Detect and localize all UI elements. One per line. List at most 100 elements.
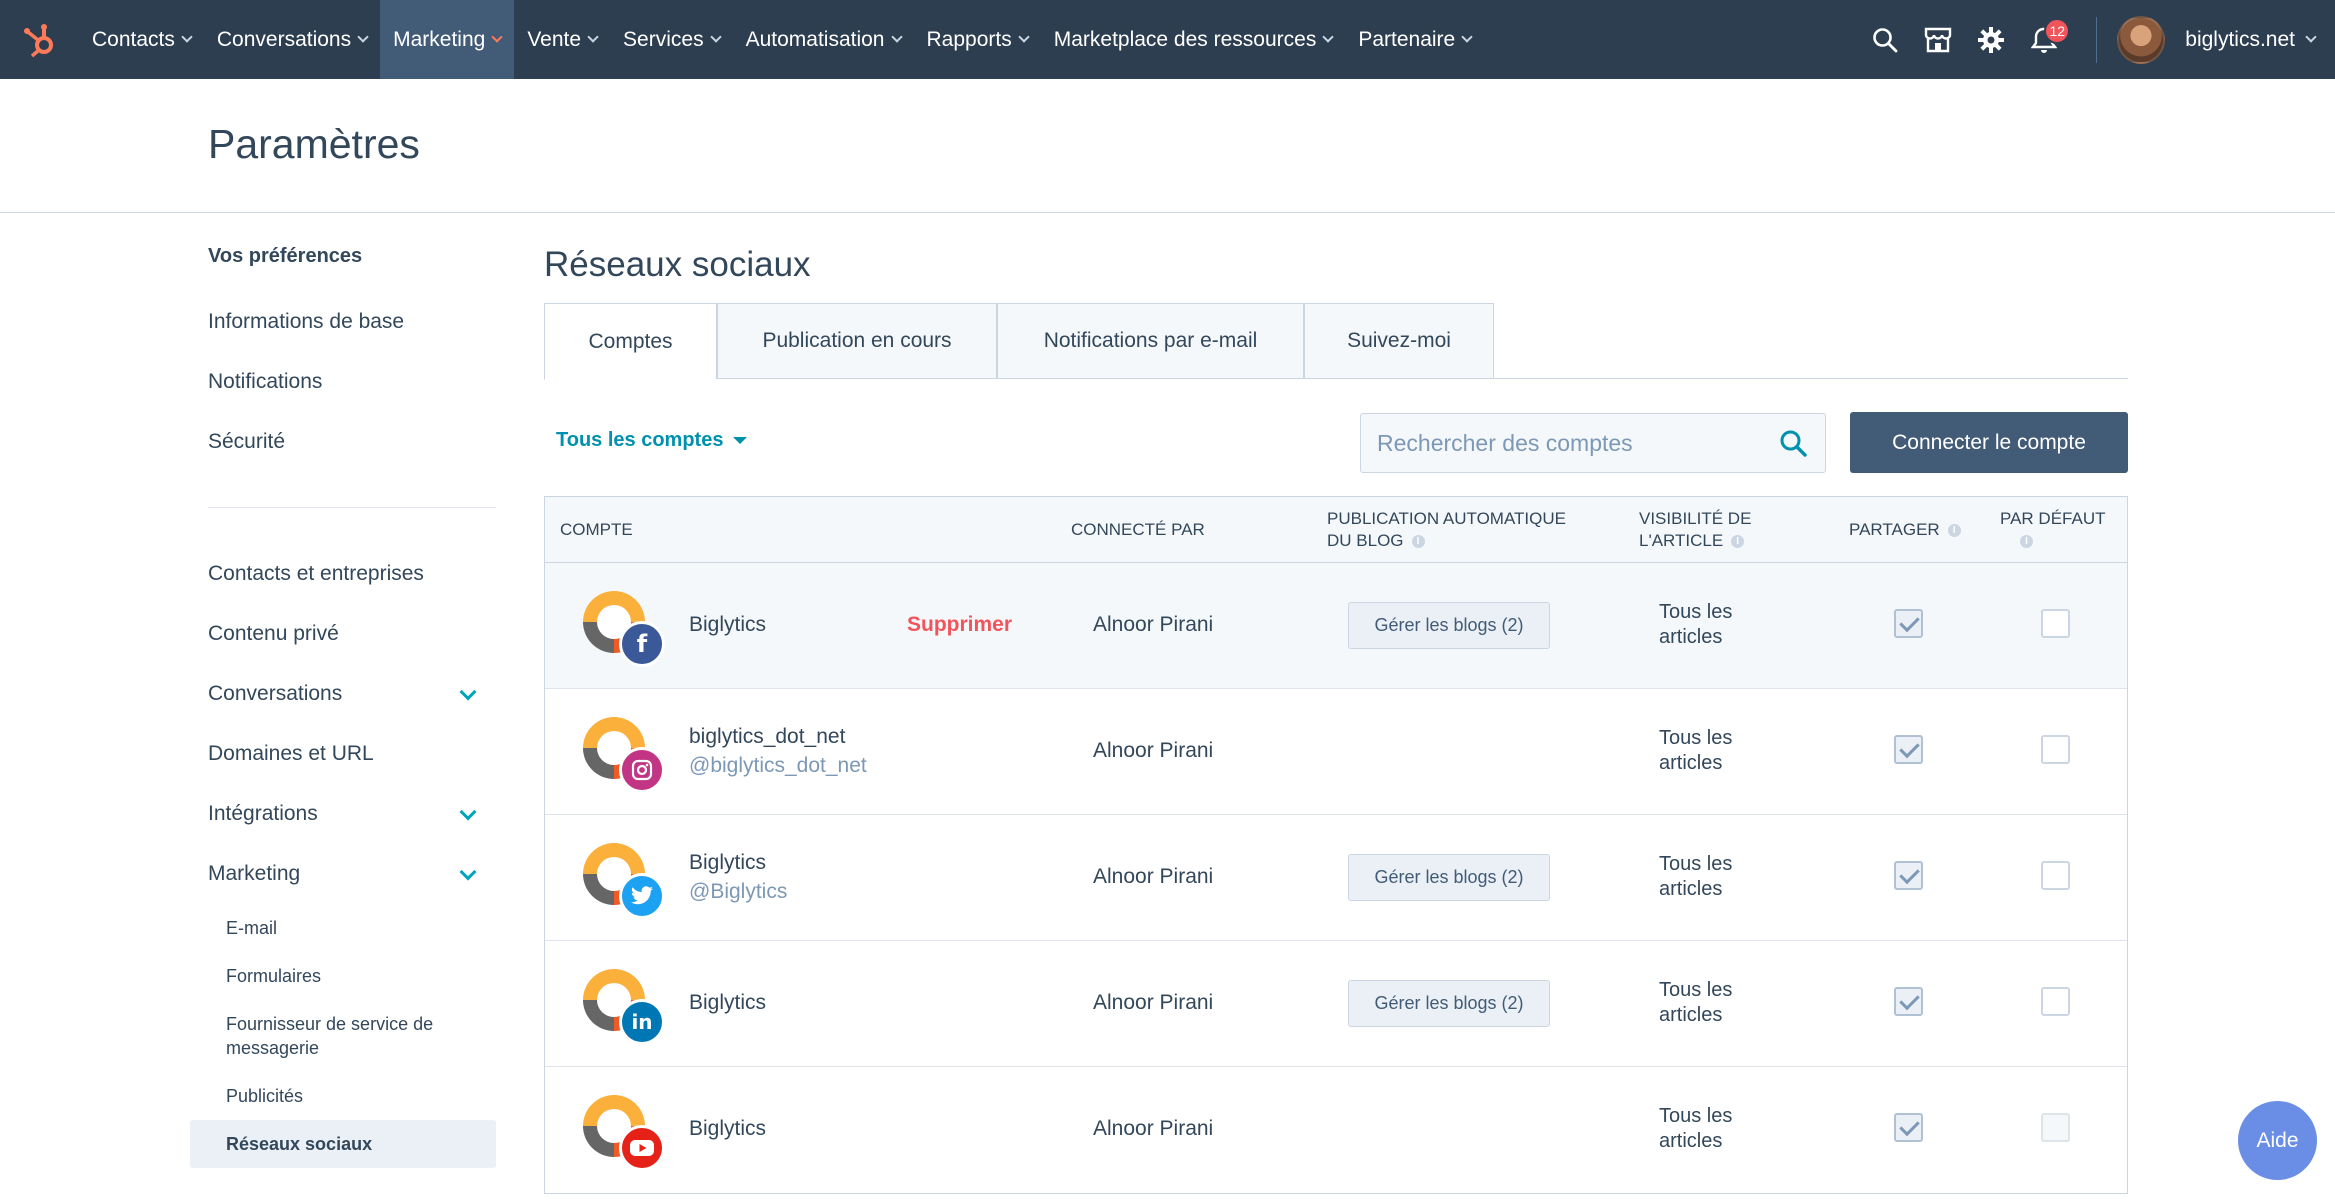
- accounts-filter-dropdown[interactable]: Tous les comptes: [556, 429, 748, 452]
- article-visibility: Tous les articles: [1659, 1104, 1769, 1154]
- twitter-icon: [619, 873, 665, 919]
- default-checkbox[interactable]: [2041, 735, 2070, 764]
- nav-item-partenaire[interactable]: Partenaire: [1345, 0, 1484, 79]
- default-checkbox[interactable]: [2041, 861, 2070, 890]
- chevron-down-icon: [1322, 31, 1335, 43]
- chevron-down-icon[interactable]: [459, 863, 477, 881]
- nav-right-tools: 12 biglytics.net: [1858, 0, 2335, 79]
- info-icon[interactable]: i: [2020, 535, 2033, 549]
- sidebar-item-marketing[interactable]: Marketing: [208, 862, 496, 886]
- tab-publication-en-cours[interactable]: Publication en cours: [717, 303, 997, 379]
- connected-by: Alnoor Pirani: [1093, 739, 1214, 762]
- nav-item-label: Partenaire: [1358, 27, 1456, 51]
- settings-gear-icon[interactable]: [1964, 0, 2017, 79]
- chevron-down-icon: [357, 31, 369, 43]
- user-avatar[interactable]: [2117, 15, 2166, 64]
- chevron-down-icon[interactable]: [459, 683, 477, 701]
- account-name[interactable]: biglytics.net: [2185, 28, 2295, 52]
- visibility-line: articles: [1659, 626, 1723, 648]
- default-checkbox[interactable]: [2041, 987, 2070, 1016]
- nav-item-automatisation[interactable]: Automatisation: [733, 0, 914, 79]
- sidebar-item-contenu-prive[interactable]: Contenu privé: [208, 622, 496, 646]
- share-checkbox[interactable]: [1894, 735, 1923, 764]
- info-icon[interactable]: i: [1731, 535, 1745, 549]
- visibility-line: Tous les: [1659, 1105, 1733, 1127]
- nav-item-marketing[interactable]: Marketing: [380, 0, 515, 79]
- header-line: DU BLOG: [1327, 531, 1404, 550]
- manage-blogs-button[interactable]: Gérer les blogs (2): [1348, 602, 1550, 649]
- header-line: PUBLICATION AUTOMATIQUE: [1327, 509, 1566, 528]
- sidebar-item-conversations[interactable]: Conversations: [208, 682, 496, 706]
- linkedin-icon: in: [619, 999, 665, 1045]
- search-icon[interactable]: [1779, 429, 1807, 462]
- table-row: Biglytics Alnoor Pirani Tous les article…: [545, 1067, 2127, 1193]
- nav-item-vente[interactable]: Vente: [514, 0, 610, 79]
- tab-comptes[interactable]: Comptes: [544, 303, 717, 380]
- chevron-down-icon: [709, 31, 722, 43]
- nav-item-rapports[interactable]: Rapports: [914, 0, 1041, 79]
- chevron-down-icon: [181, 31, 193, 43]
- chevron-down-icon[interactable]: [459, 803, 477, 821]
- article-visibility: Tous les articles: [1659, 726, 1769, 776]
- connect-account-button[interactable]: Connecter le compte: [1850, 412, 2128, 473]
- search-input[interactable]: [1377, 429, 1767, 457]
- visibility-line: Tous les: [1659, 979, 1733, 1001]
- visibility-line: Tous les: [1659, 601, 1733, 623]
- help-button[interactable]: Aide: [2238, 1101, 2317, 1180]
- share-checkbox[interactable]: [1894, 609, 1923, 638]
- remove-account-link[interactable]: Supprimer: [907, 613, 1012, 637]
- manage-blogs-button[interactable]: Gérer les blogs (2): [1348, 854, 1550, 901]
- sidebar-item-contacts-entreprises[interactable]: Contacts et entreprises: [208, 562, 496, 586]
- default-checkbox[interactable]: [2041, 1113, 2070, 1142]
- sidebar-subitem-reseaux-sociaux[interactable]: Réseaux sociaux: [226, 1132, 466, 1156]
- share-checkbox[interactable]: [1894, 1113, 1923, 1142]
- share-checkbox[interactable]: [1894, 861, 1923, 890]
- nav-item-services[interactable]: Services: [610, 0, 733, 79]
- manage-blogs-button[interactable]: Gérer les blogs (2): [1348, 980, 1550, 1027]
- visibility-line: Tous les: [1659, 727, 1733, 749]
- chevron-down-icon: [587, 31, 599, 43]
- table-header: COMPTE CONNECTÉ PAR PUBLICATION AUTOMATI…: [545, 497, 2127, 563]
- account-name: biglytics_dot_net: [689, 725, 846, 748]
- tab-suivez-moi[interactable]: Suivez-moi: [1304, 303, 1494, 379]
- nav-item-label: Services: [623, 27, 704, 51]
- nav-item-label: Conversations: [216, 27, 352, 51]
- tab-notifications-email[interactable]: Notifications par e-mail: [997, 303, 1304, 379]
- visibility-line: articles: [1659, 1004, 1723, 1026]
- article-visibility: Tous les articles: [1659, 978, 1769, 1028]
- column-header-partager: PARTAGER i: [1849, 519, 1961, 541]
- hubspot-logo-icon[interactable]: [0, 0, 79, 79]
- sidebar-item-securite[interactable]: Sécurité: [208, 430, 496, 454]
- account-logo: f: [583, 591, 665, 667]
- account-handle: @Biglytics: [689, 880, 788, 903]
- account-name: Biglytics: [689, 851, 767, 874]
- sidebar-item-informations-de-base[interactable]: Informations de base: [208, 310, 496, 334]
- sidebar-item-domaines-url[interactable]: Domaines et URL: [208, 742, 496, 766]
- nav-item-conversations[interactable]: Conversations: [204, 0, 380, 79]
- notifications-bell-icon[interactable]: 12: [2017, 0, 2071, 79]
- sidebar-subitem-fournisseur[interactable]: Fournisseur de service de messagerie: [226, 1012, 466, 1060]
- marketplace-icon[interactable]: [1911, 0, 1964, 79]
- visibility-line: articles: [1659, 752, 1723, 774]
- column-header-par-defaut: PAR DÉFAUT i: [2000, 508, 2105, 552]
- visibility-line: articles: [1659, 878, 1723, 900]
- sidebar-subitem-publicites[interactable]: Publicités: [226, 1084, 466, 1108]
- default-checkbox[interactable]: [2041, 609, 2070, 638]
- article-visibility: Tous les articles: [1659, 852, 1769, 902]
- search-icon[interactable]: [1858, 0, 1911, 79]
- sidebar-subitem-email[interactable]: E-mail: [226, 916, 466, 940]
- info-icon[interactable]: i: [1947, 524, 1961, 538]
- chevron-down-icon[interactable]: [2305, 31, 2317, 43]
- chevron-down-icon: [1461, 31, 1473, 43]
- info-icon[interactable]: i: [1411, 535, 1425, 549]
- account-logo: [583, 1095, 665, 1171]
- sidebar-item-integrations[interactable]: Intégrations: [208, 802, 496, 826]
- page-title: Paramètres: [208, 121, 420, 167]
- nav-item-label: Vente: [527, 27, 582, 51]
- nav-item-contacts[interactable]: Contacts: [79, 0, 204, 79]
- connected-by: Alnoor Pirani: [1093, 991, 1214, 1014]
- nav-item-marketplace[interactable]: Marketplace des ressources: [1041, 0, 1346, 79]
- sidebar-item-notifications[interactable]: Notifications: [208, 370, 496, 394]
- share-checkbox[interactable]: [1894, 987, 1923, 1016]
- sidebar-subitem-formulaires[interactable]: Formulaires: [226, 964, 466, 988]
